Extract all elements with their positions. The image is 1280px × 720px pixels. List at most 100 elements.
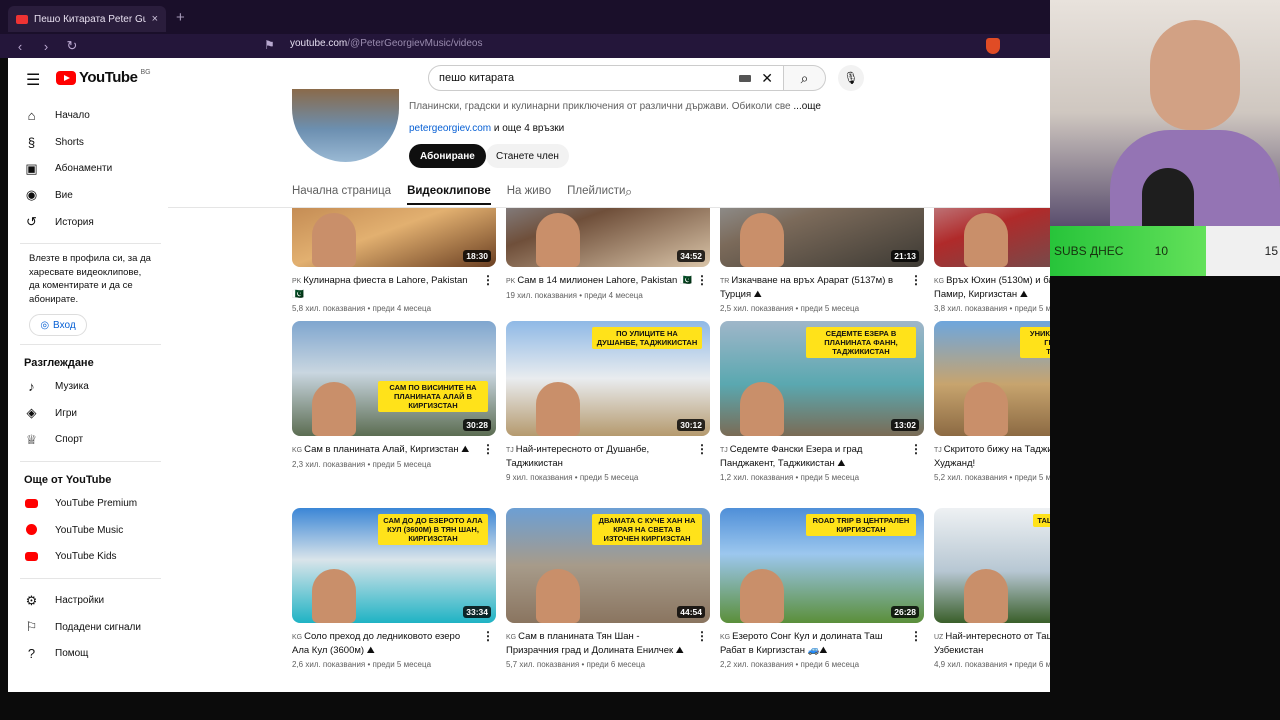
video-title[interactable]: PK Кулинарна фиеста в Lahore, Pakistan 🇵🇰… xyxy=(292,274,496,301)
brave-shield-icon[interactable] xyxy=(986,38,1000,54)
search-button[interactable]: ⌕ xyxy=(784,65,826,91)
youtube-logo[interactable]: YouTube BG xyxy=(56,69,151,86)
tab-close-icon[interactable]: × xyxy=(152,13,158,25)
back-icon[interactable]: ‹ xyxy=(14,39,26,54)
video-thumbnail[interactable]: САМ ДО ДО ЕЗЕРОТО АЛА КУЛ (3600М) В ТЯН … xyxy=(292,508,496,623)
sports-icon: ♕ xyxy=(25,431,38,447)
more-actions-icon[interactable]: ⋮ xyxy=(910,443,922,456)
more-actions-icon[interactable]: ⋮ xyxy=(696,443,708,456)
video-card[interactable]: СЕДЕМТЕ ЕЗЕРА В ПЛАНИНАТА ФАНН, ТАДЖИКИС… xyxy=(720,321,924,482)
video-age: преди 5 месеца xyxy=(1014,304,1051,313)
tab-live[interactable]: На живо xyxy=(507,185,551,205)
browser-tab[interactable]: Пешо Китарата Peter Guitar Tra × xyxy=(8,6,166,32)
sidebar-item-shorts[interactable]: § Shorts xyxy=(8,129,168,156)
video-card[interactable]: 21:13 TR Изкачване на връх Арарат (5137м) … xyxy=(720,208,924,313)
video-title[interactable]: KG Соло преход до ледниковото езеро Ала К… xyxy=(292,630,496,657)
country-code: KG xyxy=(292,634,303,641)
sidebar-item-help[interactable]: ? Помощ xyxy=(8,641,168,668)
sidebar-item-youtube-kids[interactable]: YouTube Kids xyxy=(8,544,168,571)
channel-search-icon[interactable]: ⌕ xyxy=(625,184,632,200)
video-thumbnail[interactable]: УНИКАЛНИЯТ АНТИЧЕН ГРАД ХУДЖАНД, ТАДЖИКИ… xyxy=(934,321,1050,436)
video-title[interactable]: TJ Седемте Фански Езера и град Панджакент… xyxy=(720,443,924,470)
clear-search-icon[interactable]: ✕ xyxy=(761,70,773,87)
subscribe-button[interactable]: Абониране xyxy=(409,144,486,168)
sidebar-item-home[interactable]: ⌂ Начало xyxy=(8,102,168,129)
video-card[interactable]: УНИКАЛНИЯТ АНТИЧЕН ГРАД ХУДЖАНД, ТАДЖИКИ… xyxy=(934,321,1050,482)
sidebar-item-subscriptions[interactable]: ▣ Абонаменти xyxy=(8,155,168,182)
tab-playlists[interactable]: Плейлисти xyxy=(567,185,625,205)
sidebar-item-history[interactable]: ↺ История xyxy=(8,209,168,236)
video-thumbnail[interactable]: ДВАМАТА С КУЧЕ ХАН НА КРАЯ НА СВЕТА В ИЗ… xyxy=(506,508,710,623)
tab-home[interactable]: Начална страница xyxy=(292,185,391,205)
address-bar[interactable]: youtube.com/@PeterGeorgievMusic/videos xyxy=(290,38,482,49)
video-thumbnail[interactable]: 34:52 xyxy=(506,208,710,267)
thumbnail-person xyxy=(964,213,1008,267)
sidebar-item-report-history[interactable]: ⚐ Подадени сигнали xyxy=(8,614,168,641)
channel-avatar[interactable] xyxy=(292,89,399,162)
voice-search-button[interactable]: 🎙 xyxy=(838,65,864,91)
sidebar-item-youtube-music[interactable]: YouTube Music xyxy=(8,517,168,544)
more-actions-icon[interactable]: ⋮ xyxy=(696,274,708,287)
more-actions-icon[interactable]: ⋮ xyxy=(482,630,494,643)
sidebar-item-games[interactable]: ◈ Игри xyxy=(8,400,168,427)
new-tab-icon[interactable]: + xyxy=(176,9,185,26)
signin-button[interactable]: ◎ Вход xyxy=(29,314,87,337)
video-thumbnail[interactable]: ПО УЛИЦИТЕ НА ДУШАНБЕ, ТАДЖИКИСТАН 30:12 xyxy=(506,321,710,436)
forward-icon[interactable]: › xyxy=(40,39,52,54)
sidebar-item-settings[interactable]: ⚙ Настройки xyxy=(8,587,168,614)
video-title[interactable]: UZНай-интересното от Ташкент, Узбекистан… xyxy=(934,630,1050,657)
sidebar-item-sports[interactable]: ♕ Спорт xyxy=(8,426,168,453)
more-actions-icon[interactable]: ⋮ xyxy=(696,630,708,643)
video-card[interactable]: САМ ДО ДО ЕЗЕРОТО АЛА КУЛ (3600М) В ТЯН … xyxy=(292,508,496,669)
more-actions-icon[interactable]: ⋮ xyxy=(910,274,922,287)
youtube-logo-icon xyxy=(56,70,76,85)
help-icon: ? xyxy=(27,646,36,662)
video-thumbnail[interactable]: САМ ПО ВИСИНИТЕ НА ПЛАНИНАТА АЛАЙ В КИРГ… xyxy=(292,321,496,436)
more-actions-icon[interactable]: ⋮ xyxy=(910,630,922,643)
bookmark-icon[interactable]: ⚑ xyxy=(264,38,275,52)
video-card[interactable]: 34:52 PK Сам в 14 милионен Lahore, Pakista… xyxy=(506,208,710,300)
sidebar-item-music[interactable]: ♪ Музика xyxy=(8,373,168,400)
more-links[interactable]: и още 4 връзки xyxy=(491,123,564,134)
more-actions-icon[interactable]: ⋮ xyxy=(482,443,494,456)
menu-icon[interactable]: ☰ xyxy=(26,70,40,90)
channel-description[interactable]: Планински, градски и кулинарни приключен… xyxy=(409,101,821,112)
video-thumbnail[interactable]: СЕДЕМТЕ ЕЗЕРА В ПЛАНИНАТА ФАНН, ТАДЖИКИС… xyxy=(720,321,924,436)
video-card[interactable]: 18:30 PK Кулинарна фиеста в Lahore, Pakist… xyxy=(292,208,496,313)
video-age: преди 5 месеца xyxy=(1014,473,1051,482)
video-title[interactable]: PK Сам в 14 милионен Lahore, Pakistan 🇵🇰 ⋮ xyxy=(506,274,710,288)
video-card[interactable]: KGВръх Юхин (5130м) и ба Ленин в Памир, … xyxy=(934,208,1050,313)
video-title[interactable]: TJСкритото бижу на Таджикистан - град Ху… xyxy=(934,443,1050,470)
sidebar-item-you[interactable]: ◉ Вие xyxy=(8,182,168,209)
video-title[interactable]: TJ Най-интересното от Душанбе, Таджикиста… xyxy=(506,443,710,470)
keyboard-icon[interactable] xyxy=(739,74,752,82)
video-title[interactable]: KGВръх Юхин (5130м) и ба Ленин в Памир, … xyxy=(934,274,1050,301)
thumbnail-banner: ДВАМАТА С КУЧЕ ХАН НА КРАЯ НА СВЕТА В ИЗ… xyxy=(592,514,702,545)
thumbnail-person xyxy=(964,382,1008,436)
join-button[interactable]: Станете член xyxy=(486,144,569,168)
video-thumbnail[interactable]: 21:13 xyxy=(720,208,924,267)
more-actions-icon[interactable]: ⋮ xyxy=(482,274,494,287)
video-thumbnail[interactable]: 18:30 xyxy=(292,208,496,267)
video-card[interactable]: ПО УЛИЦИТЕ НА ДУШАНБЕ, ТАДЖИКИСТАН 30:12 T… xyxy=(506,321,710,482)
video-meta: 2,3 хил. показвания • преди 5 месеца xyxy=(292,460,496,469)
thumbnail-banner: ТАШКЕНТ УЗБЕКИСТАН xyxy=(1033,514,1050,527)
tab-videos[interactable]: Видеоклипове xyxy=(407,185,491,205)
sidebar-item-premium[interactable]: YouTube Premium xyxy=(8,490,168,517)
search-input[interactable]: пешо китарата ✕ xyxy=(428,65,784,91)
reload-icon[interactable]: ↻ xyxy=(66,38,78,54)
video-card[interactable]: ДВАМАТА С КУЧЕ ХАН НА КРАЯ НА СВЕТА В ИЗ… xyxy=(506,508,710,669)
video-thumbnail[interactable]: ТАШКЕНТ УЗБЕКИСТАН30:13 xyxy=(934,508,1050,623)
video-card[interactable]: САМ ПО ВИСИНИТЕ НА ПЛАНИНАТА АЛАЙ В КИРГ… xyxy=(292,321,496,469)
video-title[interactable]: KG Сам в планината Тян Шан - Призрачния г… xyxy=(506,630,710,657)
video-card[interactable]: ROAD TRIP В ЦЕНТРАЛЕН КИРГИЗСТАН 26:28 KG Е… xyxy=(720,508,924,669)
video-card[interactable]: ТАШКЕНТ УЗБЕКИСТАН30:13 UZНай-интересното… xyxy=(934,508,1050,669)
video-title[interactable]: KG Езерото Сонг Кул и долината Таш Рабат … xyxy=(720,630,924,657)
video-thumbnail[interactable]: ROAD TRIP В ЦЕНТРАЛЕН КИРГИЗСТАН 26:28 xyxy=(720,508,924,623)
video-title[interactable]: KG Сам в планината Алай, Киргизстан ⛰ ⋮ xyxy=(292,443,496,457)
video-duration: 21:13 xyxy=(891,250,919,262)
channel-link[interactable]: petergeorgiev.com xyxy=(409,123,491,134)
video-title[interactable]: TR Изкачване на връх Арарат (5137м) в Тур… xyxy=(720,274,924,301)
description-more[interactable]: ...още xyxy=(793,101,821,112)
video-thumbnail[interactable] xyxy=(934,208,1050,267)
